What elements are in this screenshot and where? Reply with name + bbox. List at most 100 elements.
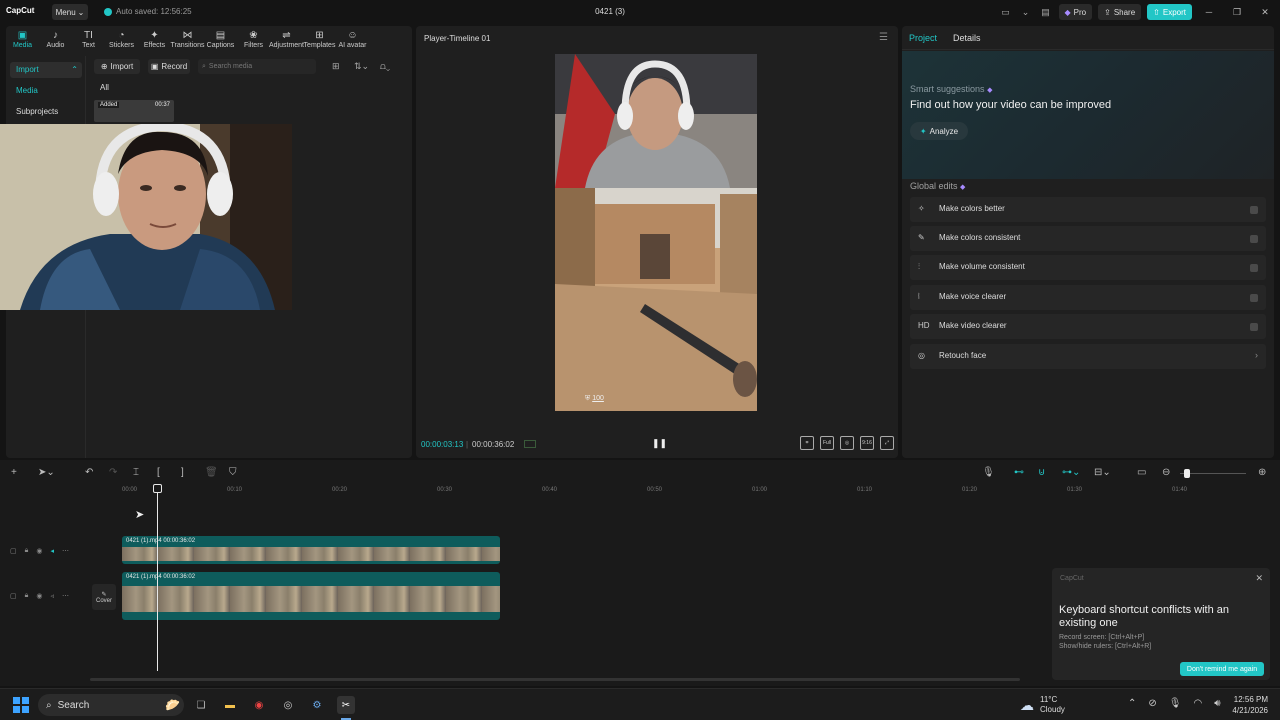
- tool-text[interactable]: TI Text: [72, 26, 105, 52]
- capcut-icon[interactable]: ✂: [337, 696, 355, 714]
- timeline-scrollbar[interactable]: [90, 678, 1020, 681]
- tab-project[interactable]: Project: [909, 33, 937, 43]
- tool-filters[interactable]: ❀ Filters: [237, 26, 270, 52]
- lock-icon[interactable]: 🔒︎: [25, 592, 29, 600]
- import-button[interactable]: ⊕ Import: [94, 59, 140, 74]
- select-tool-icon[interactable]: ➤⌄: [38, 467, 55, 478]
- playhead-line[interactable]: [157, 485, 158, 671]
- trim-right-icon[interactable]: ]: [181, 467, 184, 478]
- undo-icon[interactable]: ↶: [85, 467, 93, 478]
- close-icon[interactable]: ✕: [1254, 4, 1276, 20]
- zoom-slider-handle[interactable]: [1184, 469, 1190, 478]
- more-icon[interactable]: ⋯: [62, 592, 69, 600]
- tool-templates[interactable]: ⊞ Templates: [303, 26, 336, 52]
- tool-adjustment[interactable]: ⇌ Adjustment: [269, 26, 304, 52]
- media-thumbnail[interactable]: Added 00:37: [94, 100, 174, 122]
- caption-icon[interactable]: ▭: [1137, 467, 1146, 478]
- video-preview[interactable]: ⛨ 100: [555, 54, 757, 411]
- magnet-icon[interactable]: ⊍: [1038, 467, 1045, 478]
- tool-media[interactable]: ▣ Media: [6, 26, 39, 52]
- global-edit-make-video-clearer[interactable]: HD Make video clearer: [910, 314, 1266, 339]
- volume-icon[interactable]: 🔊︎: [1214, 698, 1220, 709]
- tool-stickers[interactable]: ◔ Stickers: [105, 26, 138, 52]
- fullscreen-icon[interactable]: ⤢: [880, 436, 894, 450]
- shortcuts-icon[interactable]: ▤: [1039, 5, 1053, 19]
- pro-button[interactable]: ◆ Pro: [1058, 4, 1093, 20]
- tab-all[interactable]: All: [100, 83, 109, 92]
- redo-icon[interactable]: ↷: [109, 467, 117, 478]
- snap-icon[interactable]: ⊟⌄: [1094, 467, 1111, 478]
- global-edit-make-volume-consistent[interactable]: ⫶ Make volume consistent: [910, 255, 1266, 280]
- tool-audio[interactable]: ♪ Audio: [39, 26, 72, 52]
- steam-icon[interactable]: ⚙: [308, 696, 326, 714]
- chrome-icon[interactable]: ◉: [250, 696, 268, 714]
- global-edit-make-colors-consistent[interactable]: ✎ Make colors consistent: [910, 226, 1266, 251]
- trim-left-icon[interactable]: [: [157, 467, 160, 478]
- audio-icon[interactable]: ◂: [50, 547, 54, 555]
- record-button[interactable]: ▣ Record: [148, 59, 190, 74]
- minimize-icon[interactable]: ─: [1198, 4, 1220, 20]
- grid-view-icon[interactable]: ⊞: [332, 61, 340, 72]
- zoom-out-icon[interactable]: ⊖: [1162, 467, 1170, 478]
- link-icon[interactable]: ⊷: [1014, 467, 1024, 478]
- zoom-in-icon[interactable]: ⊕: [1258, 467, 1266, 478]
- microphone-icon[interactable]: 🎙: [982, 467, 995, 478]
- filter-icon[interactable]: ⩍⌄: [380, 61, 390, 72]
- taskbar-search[interactable]: ⌕ Search 🥟: [38, 694, 184, 716]
- eye-icon[interactable]: ◉: [36, 547, 42, 555]
- toggle-switch[interactable]: [1250, 294, 1258, 302]
- wifi-icon[interactable]: ◠: [1193, 698, 1202, 709]
- toggle-switch[interactable]: [1250, 235, 1258, 243]
- chevron-up-icon[interactable]: ⌃: [1128, 698, 1136, 709]
- nav-subprojects[interactable]: Subprojects: [10, 104, 82, 120]
- time-ruler[interactable]: 00:00 00:10 00:20 00:30 00:40 00:50 01:00 01:10…: [122, 487, 1280, 499]
- sort-icon[interactable]: ⇅⌄: [354, 61, 369, 72]
- preview-axis-icon[interactable]: ⊶⌄: [1062, 467, 1080, 478]
- toggle-switch[interactable]: [1250, 206, 1258, 214]
- tool-effects[interactable]: ✦ Effects: [138, 26, 171, 52]
- crop-icon[interactable]: ⌗: [800, 436, 814, 450]
- quality-icon[interactable]: Full: [820, 436, 834, 450]
- menu-icon[interactable]: ☰: [879, 32, 888, 43]
- add-track-icon[interactable]: +: [11, 467, 17, 478]
- network-icon[interactable]: ⊘: [1148, 698, 1156, 709]
- clip-track-2[interactable]: 0421 (1).mp4 00:00:36:02: [122, 572, 500, 620]
- share-button[interactable]: ⇪ Share: [1098, 4, 1142, 20]
- close-icon[interactable]: ✕: [1255, 573, 1263, 584]
- tab-details[interactable]: Details: [953, 33, 981, 43]
- obs-icon[interactable]: ◎: [279, 696, 297, 714]
- microphone-icon[interactable]: 🎙: [1169, 698, 1182, 709]
- search-media-input[interactable]: ⌕ Search media: [198, 59, 316, 74]
- analyze-button[interactable]: ✦ Analyze: [910, 122, 968, 140]
- clock[interactable]: 12:56 PM 4/21/2026: [1226, 694, 1268, 716]
- clip-track-1[interactable]: 0421 (1).mp4 00:00:36:02: [122, 536, 500, 564]
- toggle-switch[interactable]: [1250, 264, 1258, 272]
- windows-start-icon[interactable]: [13, 697, 29, 713]
- export-button[interactable]: ⇧ Export: [1147, 4, 1192, 20]
- lock-icon[interactable]: 🔒︎: [25, 547, 29, 555]
- layout-icon[interactable]: ▭: [999, 5, 1013, 19]
- chevron-down-icon[interactable]: ⌄: [1019, 5, 1033, 19]
- file-explorer-icon[interactable]: ▬: [221, 696, 239, 714]
- playhead-handle[interactable]: [153, 484, 162, 493]
- global-edit-make-colors-better[interactable]: ✧ Make colors better: [910, 197, 1266, 222]
- global-edit-make-voice-clearer[interactable]: ⦚ Make voice clearer: [910, 285, 1266, 310]
- tool-captions[interactable]: ▤ Captions: [204, 26, 237, 52]
- eye-icon[interactable]: ◉: [36, 592, 42, 600]
- toggle-switch[interactable]: [1250, 323, 1258, 331]
- weather-widget[interactable]: ☁ 11°C Cloudy: [1020, 695, 1065, 715]
- ratio-icon[interactable]: 9:16: [860, 436, 874, 450]
- split-icon[interactable]: ⌶: [133, 467, 139, 478]
- cover-button[interactable]: ✎ Cover: [92, 584, 116, 610]
- pause-button[interactable]: ❚❚: [652, 438, 667, 449]
- nav-import[interactable]: Import ⌃: [10, 62, 82, 78]
- global-edit-retouch-face[interactable]: ◎ Retouch face ›: [910, 344, 1266, 369]
- delete-icon[interactable]: 🗑: [205, 467, 218, 478]
- more-icon[interactable]: ⋯: [62, 547, 69, 555]
- snapshot-icon[interactable]: ◎: [840, 436, 854, 450]
- task-view-icon[interactable]: ❏: [192, 696, 210, 714]
- tool-ai-avatar[interactable]: ☺ AI avatar: [336, 26, 369, 52]
- maximize-icon[interactable]: ❐: [1226, 4, 1248, 20]
- nav-media[interactable]: Media: [10, 83, 82, 99]
- audio-icon[interactable]: ◃: [50, 592, 54, 600]
